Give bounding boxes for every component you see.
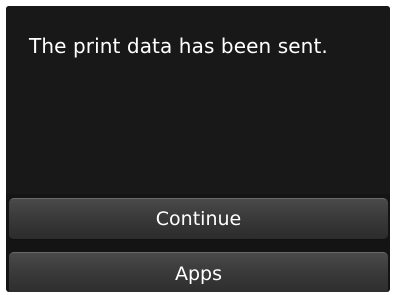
message-area: The print data has been sent. xyxy=(6,6,390,194)
continue-button[interactable]: Continue xyxy=(9,198,388,240)
status-message: The print data has been sent. xyxy=(29,34,328,58)
apps-button[interactable]: Apps xyxy=(9,252,388,292)
touch-screen: The print data has been sent. Continue A… xyxy=(6,6,390,292)
printer-panel-frame: The print data has been sent. Continue A… xyxy=(0,0,395,295)
